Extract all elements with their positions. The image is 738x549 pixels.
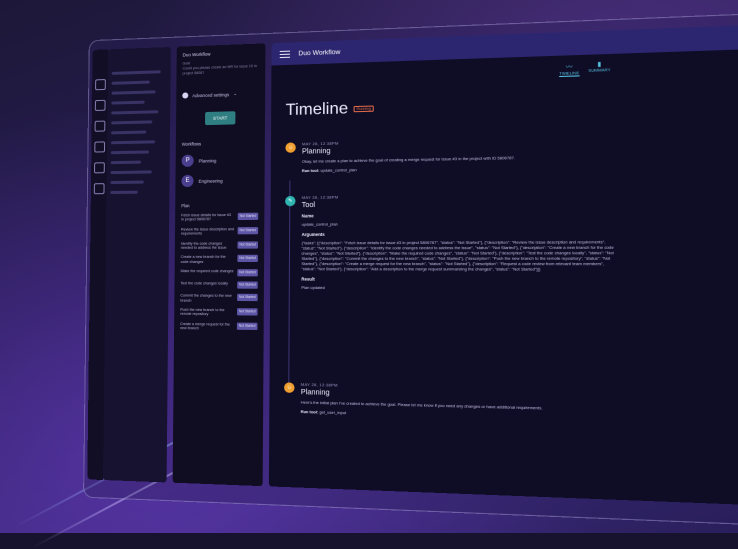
avatar: P <box>181 154 194 167</box>
run-tool-value: get_user_input <box>319 410 347 416</box>
status-badge: Running <box>353 105 375 113</box>
goal-text: Could you please create an MR for issue … <box>182 63 257 76</box>
name-label: Name <box>301 213 314 219</box>
timeline-entry: ☺ MAY 28, 12:38PM Planning Here's the in… <box>284 382 615 423</box>
timeline-entry: ☺ MAY 28, 12:38PM Planning Okay, let me … <box>285 136 613 175</box>
start-button[interactable]: START <box>205 111 236 126</box>
status-badge: Not Started <box>237 281 258 289</box>
source-control-icon[interactable] <box>94 120 105 132</box>
debug-icon[interactable] <box>93 141 105 153</box>
menu-icon[interactable] <box>279 50 291 58</box>
workflow-title: Duo Workflow <box>182 51 211 58</box>
run-tool-value: update_control_plan <box>320 168 357 173</box>
plan-item: Identify the code changes needed to addr… <box>181 241 259 250</box>
advanced-settings-label: Advanced settings <box>192 91 230 98</box>
result-label: Result <box>301 276 315 282</box>
plan-item: Make the required code changes Not Starte… <box>181 269 258 277</box>
entry-text: Okay, let me create a plan to achieve th… <box>301 155 516 164</box>
workflow-item-planning[interactable]: P Planning <box>181 153 259 167</box>
run-tool-label: Run tool: <box>301 168 320 174</box>
entry-title: Tool <box>301 201 316 210</box>
arguments-text: {"tasks": [{"description": "Fetch issue … <box>301 240 614 272</box>
run-tool-label: Run tool: <box>300 409 319 415</box>
workflow-sidebar: Duo Workflow Goal Could you please creat… <box>172 43 266 487</box>
status-badge: Not Started <box>237 269 258 277</box>
plan-heading: Plan <box>181 203 190 209</box>
arguments-label: Arguments <box>301 231 325 238</box>
line-chart-icon: 〰 <box>565 64 573 72</box>
planning-icon: ☺ <box>285 142 296 153</box>
app-title: Duo Workflow <box>298 48 341 57</box>
status-badge: Not Started <box>236 308 258 316</box>
tab-timeline[interactable]: 〰 TIMELINE <box>559 61 580 78</box>
main-panel: Duo Workflow 〰 TIMELINE ▮ SUMMARY Timeli… <box>268 24 738 506</box>
advanced-settings-toggle[interactable]: Advanced settings ⌄ <box>182 90 259 99</box>
plan-item: Push the new branch to the remote reposi… <box>180 308 258 318</box>
chevron-down-icon: ⌄ <box>233 90 238 97</box>
page-title: Timeline <box>285 99 349 120</box>
status-badge: Not Started <box>237 241 259 249</box>
workflow-item-engineering[interactable]: E Engineering <box>181 174 258 188</box>
extensions-icon[interactable] <box>93 162 105 174</box>
status-badge: Not Started <box>237 226 259 235</box>
workflow-label: Engineering <box>198 177 223 184</box>
status-badge: Not Started <box>237 212 259 221</box>
plan-item: Create a merge request for the new branc… <box>180 322 258 332</box>
view-tabs: 〰 TIMELINE ▮ SUMMARY <box>559 60 611 78</box>
tool-icon: ✎ <box>285 195 296 207</box>
planning-icon: ☺ <box>284 382 295 394</box>
files-icon[interactable] <box>94 79 106 91</box>
result-value: Plan updated <box>301 285 325 291</box>
plan-item: Fetch issue details for issue #3 in proj… <box>181 212 259 223</box>
timeline-header: Timeline Running <box>285 99 375 120</box>
search-icon[interactable] <box>94 99 106 111</box>
workflow-label: Planning <box>198 157 217 164</box>
gear-icon <box>182 92 189 99</box>
plan-item: Commit the changes to the new branch Not … <box>180 294 258 304</box>
avatar: E <box>181 174 194 188</box>
plan-item: Review the issue description and require… <box>181 226 259 236</box>
plan-item: Create a new branch for the code changes… <box>181 255 258 264</box>
timeline-entry: ✎ MAY 28, 12:38PM Tool Name update_contr… <box>285 192 615 292</box>
name-value: update_control_plan <box>301 222 338 227</box>
file-tree <box>102 46 171 483</box>
status-badge: Not Started <box>237 255 258 263</box>
plan-item: Test the code changes locally Not Started <box>180 281 258 289</box>
status-badge: Not Started <box>236 322 258 330</box>
bar-chart-icon: ▮ <box>597 61 602 69</box>
status-badge: Not Started <box>236 294 258 302</box>
tab-summary[interactable]: ▮ SUMMARY <box>588 60 610 76</box>
workflows-heading: Workflows <box>181 141 202 147</box>
app-window: Duo Workflow Goal Could you please creat… <box>87 24 738 506</box>
remote-icon[interactable] <box>93 183 105 195</box>
